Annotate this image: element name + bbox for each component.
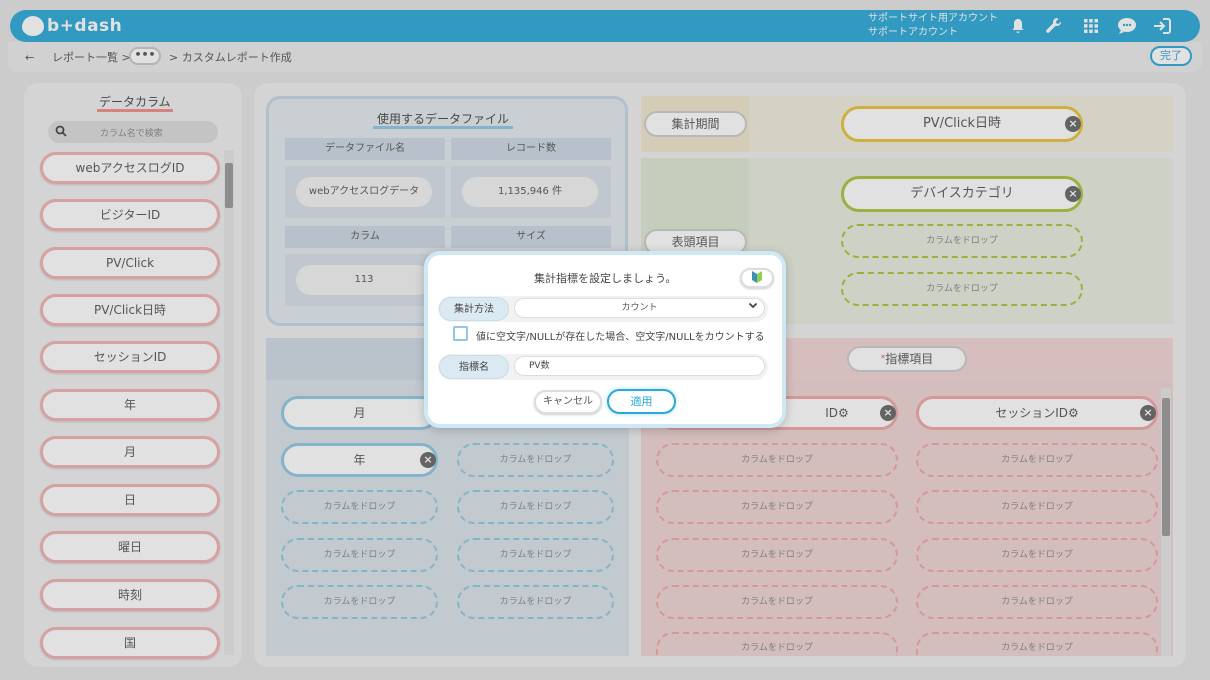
method-label: 集計方法 (439, 297, 509, 321)
apply-button[interactable]: 適用 (607, 389, 676, 414)
cancel-button[interactable]: キャンセル (534, 390, 602, 414)
count-null-label: 値に空文字/NULLが存在した場合、空文字/NULLをカウントする (476, 332, 765, 343)
method-select[interactable]: カウント (514, 298, 765, 318)
count-null-checkbox[interactable] (453, 326, 468, 341)
modal-title: 集計指標を設定しましょう。 (534, 272, 677, 285)
metric-name-label: 指標名 (439, 355, 509, 379)
metric-name-input[interactable]: PV数 (514, 356, 765, 376)
beginner-icon[interactable] (740, 268, 774, 288)
chevron-down-icon[interactable] (748, 300, 758, 313)
